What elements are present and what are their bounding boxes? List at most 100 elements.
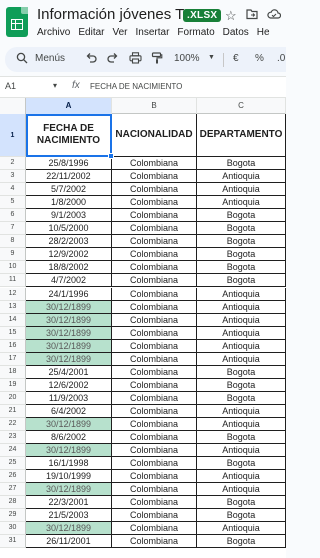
row-number[interactable]: 12 [0,287,26,301]
cell-fecha-nacimiento[interactable]: 28/2/2003 [26,235,112,249]
cell-fecha-nacimiento[interactable]: 30/12/1899 [26,522,112,536]
search-icon[interactable] [16,52,28,67]
row-number[interactable]: 20 [0,391,26,405]
menu-archivo[interactable]: Archivo [37,27,70,38]
cell-fecha-nacimiento[interactable]: 11/9/2003 [26,391,112,405]
cell-nacionalidad[interactable]: Colombiana [112,209,197,223]
cell-fecha-nacimiento[interactable]: 16/1/1998 [26,457,112,471]
header-departamento[interactable]: DEPARTAMENTO [197,114,286,157]
cell-departamento[interactable]: Antioquia [197,522,286,536]
cell-departamento[interactable]: Antioquia [197,418,286,432]
paint-format-icon[interactable] [151,52,163,67]
cell-nacionalidad[interactable]: Colombiana [112,183,197,197]
cell-nacionalidad[interactable]: Colombiana [112,431,197,445]
column-header-a[interactable]: A [26,98,112,114]
cell-nacionalidad[interactable]: Colombiana [112,326,197,340]
cell-fecha-nacimiento[interactable]: 1/8/2000 [26,196,112,210]
cell-fecha-nacimiento[interactable]: 30/12/1899 [26,418,112,432]
cell-nacionalidad[interactable]: Colombiana [112,261,197,275]
search-menus-input[interactable]: Menús [35,53,65,64]
print-icon[interactable] [129,52,142,67]
cell-departamento[interactable]: Bogota [197,248,286,262]
row-number[interactable]: 1 [0,114,26,157]
cell-departamento[interactable]: Bogota [197,222,286,236]
percent-format-button[interactable]: % [255,53,264,64]
cell-departamento[interactable]: Bogota [197,391,286,405]
cell-departamento[interactable]: Bogota [197,261,286,275]
cell-nacionalidad[interactable]: Colombiana [112,418,197,432]
row-number[interactable]: 14 [0,313,26,327]
row-number[interactable]: 28 [0,496,26,510]
decrease-decimal-button[interactable]: .0 [277,53,285,64]
formula-input[interactable]: FECHA DE NACIMIENTO [90,82,182,91]
row-number[interactable]: 31 [0,535,26,549]
cell-nacionalidad[interactable]: Colombiana [112,522,197,536]
cell-fecha-nacimiento[interactable]: 30/12/1899 [26,313,112,327]
cell-nacionalidad[interactable]: Colombiana [112,483,197,497]
cell-fecha-nacimiento[interactable]: 12/6/2002 [26,378,112,392]
cell-fecha-nacimiento[interactable]: 8/6/2002 [26,431,112,445]
cell-departamento[interactable]: Antioquia [197,352,286,366]
row-number[interactable]: 5 [0,196,26,210]
cell-fecha-nacimiento[interactable]: 26/11/2001 [26,535,112,549]
cell-nacionalidad[interactable]: Colombiana [112,404,197,418]
cell-nacionalidad[interactable]: Colombiana [112,274,197,288]
cell-fecha-nacimiento[interactable]: 30/12/1899 [26,352,112,366]
cell-fecha-nacimiento[interactable]: 5/7/2002 [26,183,112,197]
sheets-logo-icon[interactable] [6,7,28,37]
cell-fecha-nacimiento[interactable]: 19/10/1999 [26,470,112,484]
name-box-chevron-down-icon[interactable]: ▾ [53,81,57,90]
column-header-c[interactable]: C [197,98,286,114]
cell-nacionalidad[interactable]: Colombiana [112,157,197,171]
row-number[interactable]: 9 [0,248,26,262]
row-number[interactable]: 7 [0,222,26,236]
fill-handle[interactable] [108,153,114,159]
cell-departamento[interactable]: Bogota [197,274,286,288]
row-number[interactable]: 18 [0,365,26,379]
cell-fecha-nacimiento[interactable]: 4/7/2002 [26,274,112,288]
cell-nacionalidad[interactable]: Colombiana [112,444,197,458]
cell-nacionalidad[interactable]: Colombiana [112,287,197,301]
row-number[interactable]: 22 [0,418,26,432]
cell-nacionalidad[interactable]: Colombiana [112,535,197,549]
row-number[interactable]: 3 [0,170,26,184]
cell-nacionalidad[interactable]: Colombiana [112,365,197,379]
cell-nacionalidad[interactable]: Colombiana [112,235,197,249]
cell-nacionalidad[interactable]: Colombiana [112,496,197,510]
row-number[interactable]: 6 [0,209,26,223]
menu-help[interactable]: He [257,27,270,38]
cell-departamento[interactable]: Bogota [197,457,286,471]
cloud-status-icon[interactable] [267,8,282,23]
cell-departamento[interactable]: Antioquia [197,287,286,301]
currency-format-button[interactable]: € [233,53,239,64]
cell-departamento[interactable]: Bogota [197,365,286,379]
cell-nacionalidad[interactable]: Colombiana [112,339,197,353]
zoom-chevron-down-icon[interactable]: ▼ [208,54,215,61]
row-number[interactable]: 17 [0,352,26,366]
cell-fecha-nacimiento[interactable]: 30/12/1899 [26,444,112,458]
cell-nacionalidad[interactable]: Colombiana [112,222,197,236]
row-number[interactable]: 21 [0,404,26,418]
row-number[interactable]: 2 [0,157,26,171]
menu-formato[interactable]: Formato [177,27,214,38]
cell-departamento[interactable]: Antioquia [197,339,286,353]
cell-departamento[interactable]: Antioquia [197,404,286,418]
column-header-b[interactable]: B [112,98,197,114]
menu-datos[interactable]: Datos [223,27,249,38]
cell-departamento[interactable]: Antioquia [197,444,286,458]
row-number[interactable]: 23 [0,431,26,445]
spreadsheet-grid[interactable]: A B C 1 FECHA DE NACIMIENTO NACIONALIDAD… [0,98,286,558]
cell-nacionalidad[interactable]: Colombiana [112,196,197,210]
cell-fecha-nacimiento[interactable]: 18/8/2002 [26,261,112,275]
cell-fecha-nacimiento[interactable]: 22/11/2002 [26,170,112,184]
cell-nacionalidad[interactable]: Colombiana [112,391,197,405]
cell-departamento[interactable]: Bogota [197,378,286,392]
cell-departamento[interactable]: Antioquia [197,170,286,184]
cell-departamento[interactable]: Bogota [197,431,286,445]
row-number[interactable]: 24 [0,444,26,458]
row-number[interactable]: 27 [0,483,26,497]
row-number[interactable]: 16 [0,339,26,353]
redo-icon[interactable] [107,52,119,67]
cell-departamento[interactable]: Antioquia [197,326,286,340]
row-number[interactable]: 30 [0,522,26,536]
